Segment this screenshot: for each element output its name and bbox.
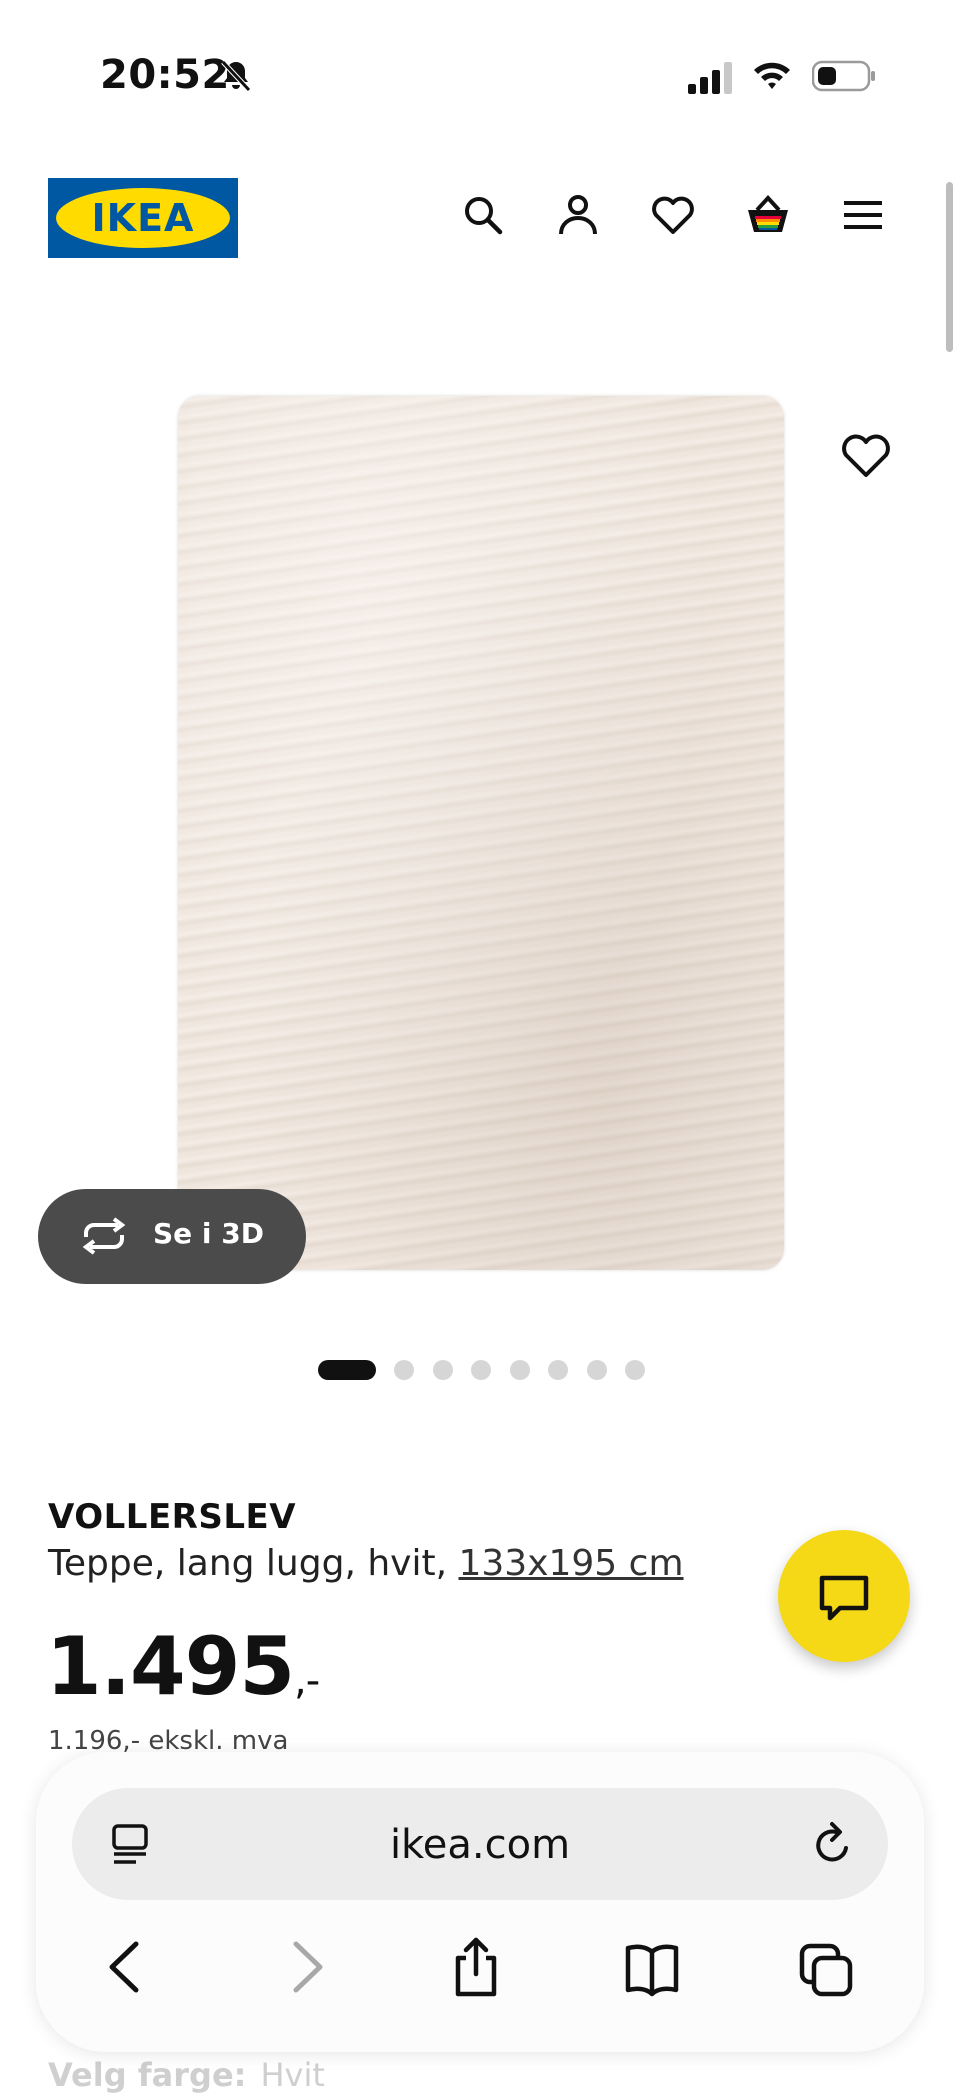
site-header: IKEA	[0, 170, 960, 260]
wishlist-icon[interactable]	[650, 192, 696, 238]
menu-icon[interactable]	[840, 192, 886, 238]
bell-slash-icon	[218, 58, 254, 94]
share-icon[interactable]	[448, 1936, 504, 1998]
bookmarks-icon[interactable]	[624, 1936, 680, 1998]
pagination-dot[interactable]	[625, 1360, 645, 1380]
product-price: 1.495,-	[46, 1620, 320, 1713]
back-icon[interactable]	[98, 1936, 154, 1998]
forward-icon[interactable]	[278, 1936, 334, 1998]
pagination-dot[interactable]	[548, 1360, 568, 1380]
pagination-dot[interactable]	[587, 1360, 607, 1380]
product-type: Teppe, lang lugg, hvit,	[48, 1543, 448, 1584]
logo-text: IKEA	[91, 196, 195, 240]
account-icon[interactable]	[555, 192, 601, 238]
pagination-dot[interactable]	[433, 1360, 453, 1380]
pagination-dot[interactable]	[471, 1360, 491, 1380]
chat-icon	[819, 1575, 869, 1621]
address-bar[interactable]: ikea.com	[72, 1788, 888, 1900]
pagination-dot[interactable]	[510, 1360, 530, 1380]
tabs-icon[interactable]	[798, 1936, 854, 1998]
price-suffix: ,-	[294, 1658, 320, 1704]
heart-icon[interactable]	[840, 432, 892, 480]
color-label: Velg farge:	[48, 2056, 247, 2094]
reload-icon[interactable]	[812, 1820, 856, 1868]
product-description: Teppe, lang lugg, hvit, 133x195 cm	[48, 1543, 684, 1584]
product-photo-rug[interactable]	[178, 396, 784, 1270]
battery-icon	[811, 60, 876, 92]
shopping-bag-icon[interactable]	[745, 192, 791, 238]
browser-toolbar: ikea.com	[36, 1752, 924, 2052]
product-name: VOLLERSLEV	[48, 1497, 297, 1537]
price-value: 1.495	[46, 1620, 295, 1713]
rotate-3d-icon	[78, 1217, 130, 1255]
status-time: 20:52	[100, 52, 230, 98]
pagination-dot-active[interactable]	[318, 1360, 376, 1380]
color-selector[interactable]: Velg farge: Hvit	[48, 2056, 325, 2094]
chat-button[interactable]	[778, 1530, 910, 1662]
ikea-logo[interactable]: IKEA	[48, 178, 238, 258]
view-3d-label: Se i 3D	[153, 1217, 264, 1250]
wifi-icon	[752, 58, 792, 94]
pagination-dot[interactable]	[394, 1360, 414, 1380]
view-3d-button[interactable]: Se i 3D	[38, 1189, 306, 1284]
page-scrollbar[interactable]	[946, 182, 953, 352]
url-text: ikea.com	[389, 1822, 571, 1868]
status-bar: 20:52	[0, 0, 960, 120]
product-size-link[interactable]: 133x195 cm	[458, 1543, 683, 1584]
search-icon[interactable]	[460, 192, 506, 238]
cellular-signal-icon	[688, 62, 736, 94]
color-value: Hvit	[260, 2056, 325, 2094]
